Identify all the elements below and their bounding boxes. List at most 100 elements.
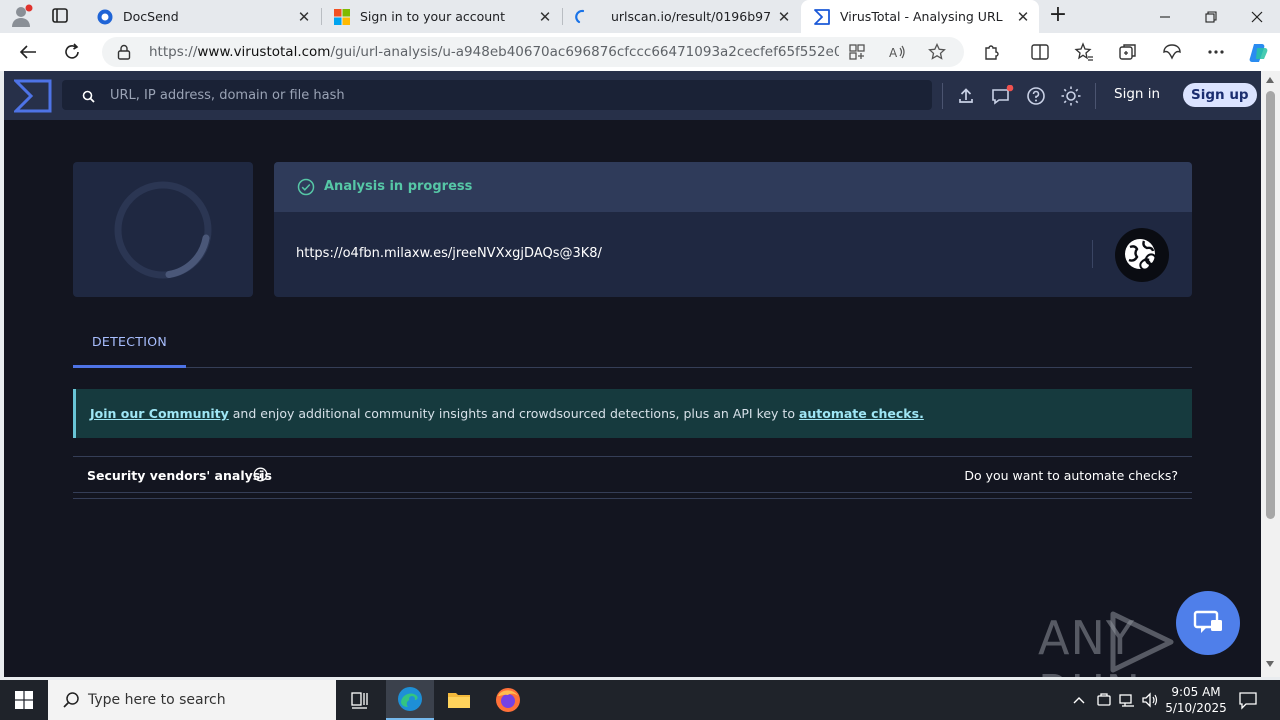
windows-taskbar: Type here to search 9:05 AM 5/10/2025	[0, 680, 1280, 720]
virustotal-icon	[814, 8, 830, 25]
tab-sign-in[interactable]: Sign in to your account ✕	[321, 0, 561, 33]
refresh-button[interactable]	[59, 40, 85, 64]
vendors-divider	[73, 498, 1192, 499]
analysis-info-card: Analysis in progress https://o4fbn.milax…	[274, 162, 1192, 297]
network-icon[interactable]	[1118, 691, 1136, 709]
vt-header: Sign in Sign up	[4, 71, 1261, 120]
clock-date: 5/10/2025	[1165, 701, 1227, 715]
url-text: https://www.virustotal.com/gui/url-analy…	[149, 44, 839, 60]
join-community-link[interactable]: Join our Community	[90, 406, 229, 421]
automate-checks-link[interactable]: automate checks.	[799, 406, 924, 421]
globe-link-icon	[1114, 227, 1170, 283]
vt-search-input[interactable]	[110, 80, 910, 110]
browser-tab-strip: DocSend ✕ Sign in to your account ✕ urls…	[0, 0, 1280, 33]
notification-center-icon[interactable]	[1238, 690, 1258, 714]
new-tab-button[interactable]: +	[1046, 4, 1070, 27]
split-screen-icon[interactable]	[1030, 42, 1050, 62]
firefox-icon	[496, 688, 520, 712]
anyrun-play-icon	[1110, 611, 1174, 673]
url-domain: www.virustotal.com	[197, 44, 331, 60]
start-button[interactable]	[0, 680, 48, 720]
url-prefix: https://	[149, 44, 198, 60]
scroll-up-arrow-icon[interactable]	[1266, 77, 1274, 83]
copilot-icon[interactable]	[1247, 42, 1268, 62]
app-available-icon[interactable]	[848, 43, 866, 61]
docsend-icon	[97, 9, 113, 25]
close-icon[interactable]: ✕	[772, 5, 796, 29]
upload-icon[interactable]	[955, 85, 977, 107]
folder-icon	[448, 693, 470, 708]
taskbar-file-explorer[interactable]	[435, 680, 483, 720]
search-icon	[82, 88, 95, 107]
sign-in-link[interactable]: Sign in	[1114, 86, 1160, 102]
community-banner: Join our Community and enjoy additional …	[73, 389, 1192, 438]
task-view-button[interactable]	[336, 680, 384, 720]
security-vendors-header: Security vendors' analysis Do you want t…	[73, 456, 1192, 493]
tab-docsend[interactable]: DocSend ✕	[84, 0, 320, 33]
restore-button[interactable]	[1188, 0, 1234, 33]
extensions-icon[interactable]	[981, 42, 1001, 62]
taskbar-search[interactable]: Type here to search	[48, 680, 336, 720]
taskbar-edge[interactable]	[386, 680, 434, 720]
windows-logo-icon	[15, 691, 33, 709]
sign-up-button[interactable]: Sign up	[1183, 83, 1257, 107]
show-hidden-icons-icon[interactable]	[1070, 691, 1088, 709]
url-path: /gui/url-analysis/u-a948eb40670ac696876c…	[330, 44, 839, 60]
tab-urlscan[interactable]: urlscan.io/result/0196b971-0cf8- ✕	[562, 0, 800, 33]
theme-toggle-icon[interactable]	[1060, 85, 1082, 107]
vt-search-box[interactable]	[62, 80, 932, 110]
check-circle-icon	[297, 178, 315, 196]
more-menu-icon[interactable]	[1206, 42, 1226, 62]
profile-avatar-icon[interactable]	[9, 4, 35, 28]
virustotal-logo[interactable]	[12, 79, 52, 113]
banner-middle-text: and enjoy additional community insights …	[228, 406, 799, 421]
close-window-button[interactable]	[1234, 0, 1280, 33]
scanned-url: https://o4fbn.milaxw.es/jreeNVXxgjDAQs@3…	[296, 246, 602, 261]
scrollbar-thumb[interactable]	[1266, 91, 1275, 519]
close-icon[interactable]: ✕	[533, 5, 557, 29]
minimize-button[interactable]	[1142, 0, 1188, 33]
page-scrollbar[interactable]	[1261, 71, 1280, 677]
info-icon[interactable]	[253, 467, 268, 486]
clock-time: 9:05 AM	[1171, 685, 1221, 699]
result-tabs: DETECTION	[73, 327, 1192, 368]
progress-spinner-icon	[114, 181, 212, 279]
tab-actions-icon[interactable]	[48, 6, 72, 26]
svg-text:A: A	[889, 46, 898, 60]
security-vendors-title: Security vendors' analysis	[87, 468, 272, 483]
community-banner-text: Join our Community and enjoy additional …	[90, 406, 924, 421]
tab-title: VirusTotal - Analysing URL	[840, 9, 1003, 24]
taskbar-search-placeholder: Type here to search	[88, 692, 226, 708]
edge-icon	[398, 687, 422, 711]
volume-icon[interactable]	[1141, 691, 1159, 709]
tab-title: urlscan.io/result/0196b971-0cf8-	[611, 9, 772, 24]
lock-icon[interactable]	[117, 44, 131, 64]
taskbar-firefox[interactable]	[484, 680, 532, 720]
automate-checks-question[interactable]: Do you want to automate checks?	[964, 468, 1178, 483]
chat-icon	[1193, 610, 1222, 633]
read-aloud-icon[interactable]: A	[888, 43, 906, 61]
favorite-star-icon[interactable]	[928, 42, 946, 61]
microsoft-icon	[334, 8, 350, 25]
card-divider	[1092, 240, 1093, 268]
close-icon[interactable]: ✕	[292, 5, 316, 29]
scroll-down-arrow-icon[interactable]	[1266, 661, 1274, 667]
security-tray-icon[interactable]	[1095, 691, 1113, 709]
favorites-icon[interactable]	[1074, 42, 1094, 62]
browser-essentials-icon[interactable]	[1162, 42, 1182, 62]
chat-support-button[interactable]	[1176, 591, 1240, 655]
help-icon[interactable]	[1025, 85, 1047, 107]
collections-icon[interactable]	[1118, 42, 1138, 62]
browser-toolbar: https://www.virustotal.com/gui/url-analy…	[0, 33, 1280, 71]
tab-title: Sign in to your account	[360, 9, 506, 24]
address-bar[interactable]: https://www.virustotal.com/gui/url-analy…	[102, 37, 964, 67]
analysis-status-text: Analysis in progress	[324, 179, 473, 194]
close-icon[interactable]: ✕	[1011, 5, 1035, 29]
tab-virustotal[interactable]: VirusTotal - Analysing URL ✕	[801, 0, 1039, 33]
analysis-status-bar: Analysis in progress	[274, 162, 1192, 212]
taskbar-clock[interactable]: 9:05 AM 5/10/2025	[1160, 684, 1232, 716]
tab-detection[interactable]: DETECTION	[73, 327, 186, 368]
virustotal-page: Sign in Sign up Analysis in progress htt…	[4, 71, 1261, 677]
back-button[interactable]	[15, 40, 41, 64]
notifications-icon[interactable]	[990, 84, 1014, 107]
